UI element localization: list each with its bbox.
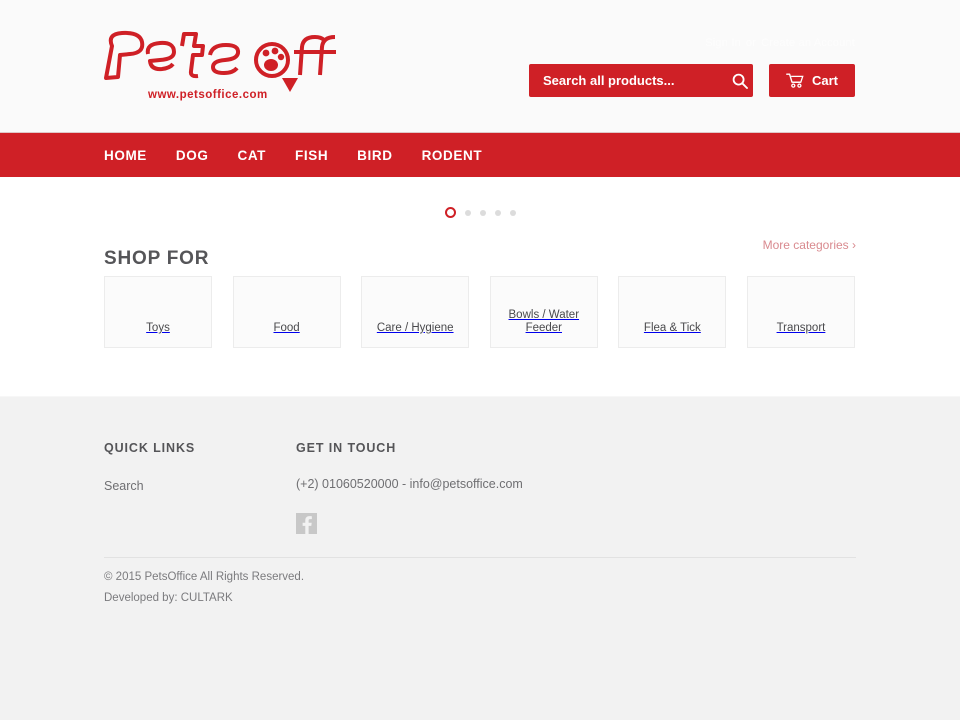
category-card-toys[interactable]: Toys — [104, 276, 212, 348]
nav-item-fish[interactable]: FISH — [295, 133, 351, 178]
shop-for-header: SHOP FOR More categories › — [104, 232, 856, 269]
more-categories-link[interactable]: More categories › — [763, 238, 856, 252]
main-navigation: HOME DOG CAT FISH BIRD RODENT — [0, 132, 960, 177]
footer-divider — [104, 557, 856, 558]
site-footer: QUICK LINKS Search GET IN TOUCH (+2) 010… — [0, 396, 960, 720]
copyright-text: © 2015 PetsOffice All Rights Reserved. — [104, 571, 305, 583]
get-in-touch-heading: GET IN TOUCH — [296, 441, 397, 455]
facebook-glyph — [296, 513, 317, 534]
logo-url-text: www.petsoffice.com — [147, 89, 268, 101]
category-label: Bowls / Water Feeder — [508, 309, 580, 334]
footer-column-get-in-touch: GET IN TOUCH (+2) 01060520000 - info@pet… — [296, 441, 756, 539]
nav-item-dog[interactable]: DOG — [176, 133, 232, 178]
search-submit-button[interactable] — [726, 64, 753, 97]
shop-for-title: SHOP FOR — [104, 247, 210, 269]
site-logo[interactable]: www.petsoffice.com — [104, 28, 336, 104]
search-icon — [732, 73, 748, 89]
account-links: Sign In or Create an Account — [705, 36, 855, 50]
search-input[interactable] — [529, 64, 726, 97]
category-card-food[interactable]: Food — [232, 276, 341, 348]
footer-column-quick-links: QUICK LINKS Search — [104, 441, 296, 539]
category-card-transport[interactable]: Transport — [746, 276, 855, 348]
carousel-dot-3[interactable] — [479, 209, 486, 216]
carousel-dot-1[interactable] — [444, 207, 456, 218]
create-account-link[interactable]: Create an Account — [761, 37, 855, 49]
developed-by-text: Developed by: CULTARK — [104, 592, 233, 604]
sign-in-link[interactable]: Sign In — [705, 37, 741, 49]
social-links — [296, 513, 756, 539]
page-root: www.petsoffice.com Sign In or Create an Ac… — [0, 0, 960, 720]
category-label: Transport — [776, 322, 826, 334]
carousel-dot-5[interactable] — [509, 209, 516, 216]
account-separator: or — [745, 37, 757, 49]
category-label: Toys — [146, 322, 170, 334]
category-card-bowls-water-feeder[interactable]: Bowls / Water Feeder — [489, 276, 598, 348]
quick-links-heading: QUICK LINKS — [104, 441, 196, 455]
category-card-care-hygiene[interactable]: Care / Hygiene — [361, 276, 470, 348]
nav-item-home[interactable]: HOME — [104, 133, 170, 178]
carousel-dot-2[interactable] — [464, 209, 471, 216]
nav-item-cat[interactable]: CAT — [237, 133, 289, 178]
carousel-pagination — [0, 207, 960, 218]
search-bar[interactable] — [529, 64, 753, 97]
carousel-dot-4[interactable] — [494, 209, 501, 216]
nav-items: HOME DOG CAT FISH BIRD RODENT — [104, 133, 511, 178]
category-label: Food — [273, 322, 300, 334]
category-grid: Toys Food Care / Hygiene Bowls / Water F… — [104, 276, 856, 348]
category-label: Care / Hygiene — [376, 322, 454, 334]
cart-button[interactable]: Cart — [769, 64, 855, 97]
footer-link-search[interactable]: Search — [104, 479, 144, 493]
cart-label: Cart — [811, 73, 838, 88]
nav-item-rodent[interactable]: RODENT — [422, 133, 506, 178]
site-header: www.petsoffice.com Sign In or Create an Ac… — [0, 0, 960, 132]
category-card-flea-tick[interactable]: Flea & Tick — [618, 276, 727, 348]
shopping-cart-icon — [786, 73, 804, 88]
logo-graphic: www.petsoffice.com — [104, 30, 336, 101]
nav-item-bird[interactable]: BIRD — [357, 133, 415, 178]
category-label: Flea & Tick — [643, 322, 701, 334]
contact-info: (+2) 01060520000 - info@petsoffice.com — [296, 477, 523, 491]
footer-columns: QUICK LINKS Search GET IN TOUCH (+2) 010… — [104, 441, 856, 539]
facebook-icon[interactable] — [296, 513, 317, 534]
